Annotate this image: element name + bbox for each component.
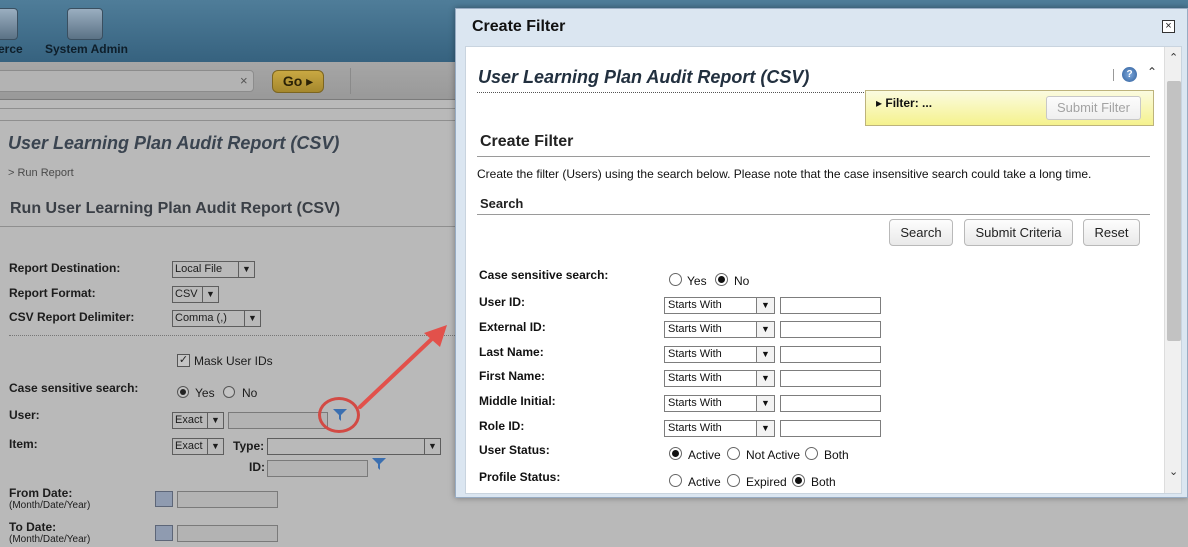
external-id-operator-select[interactable]: Starts With ▼ (664, 321, 775, 338)
case-no-label: No (734, 274, 750, 288)
profile-status-label: Profile Status: (479, 470, 561, 484)
user-status-active-label: Active (688, 448, 721, 462)
user-status-both-radio[interactable] (805, 447, 818, 460)
role-id-input[interactable] (780, 420, 881, 437)
dialog-report-title: User Learning Plan Audit Report (CSV) (478, 67, 810, 87)
middle-initial-label: Middle Initial: (479, 394, 556, 408)
user-id-label: User ID: (479, 295, 526, 309)
user-status-both-label: Both (824, 448, 849, 462)
profile-status-active-radio[interactable] (669, 474, 682, 487)
help-icon[interactable]: ? (1122, 67, 1137, 82)
external-id-label: External ID: (479, 320, 546, 334)
divider (477, 214, 1150, 215)
operator-value: Starts With (668, 372, 722, 384)
chevron-down-icon: ▼ (756, 371, 774, 386)
reset-button[interactable]: Reset (1083, 219, 1140, 246)
user-status-not-active-label: Not Active (746, 448, 801, 462)
first-name-operator-select[interactable]: Starts With ▼ (664, 370, 775, 387)
submit-criteria-button[interactable]: Submit Criteria (964, 219, 1073, 246)
operator-value: Starts With (668, 299, 722, 311)
filter-toggle[interactable]: ▸ Filter: ... (876, 96, 932, 110)
user-id-input[interactable] (780, 297, 881, 314)
dialog-body: User Learning Plan Audit Report (CSV) ? … (465, 46, 1182, 494)
last-name-operator-select[interactable]: Starts With ▼ (664, 346, 775, 363)
dialog-scrollbar[interactable]: ⌃ ⌄ (1164, 47, 1181, 493)
dialog-description: Create the filter (Users) using the sear… (477, 167, 1092, 181)
operator-value: Starts With (668, 348, 722, 360)
last-name-input[interactable] (780, 346, 881, 363)
last-name-label: Last Name: (479, 345, 544, 359)
chevron-down-icon: ▼ (756, 421, 774, 436)
operator-value: Starts With (668, 397, 722, 409)
operator-value: Starts With (668, 323, 722, 335)
user-status-active-radio[interactable] (669, 447, 682, 460)
case-sensitive-label: Case sensitive search: (479, 268, 609, 282)
scroll-up-icon[interactable]: ⌃ (1169, 51, 1178, 64)
user-status-not-active-radio[interactable] (727, 447, 740, 460)
collapse-up-icon[interactable]: ⌃ (1147, 65, 1157, 79)
profile-status-expired-label: Expired (746, 475, 787, 489)
chevron-down-icon: ▼ (756, 298, 774, 313)
case-no-radio[interactable] (715, 273, 728, 286)
case-yes-label: Yes (687, 274, 707, 288)
role-id-operator-select[interactable]: Starts With ▼ (664, 420, 775, 437)
chevron-down-icon: ▼ (756, 396, 774, 411)
scroll-down-icon[interactable]: ⌄ (1169, 465, 1178, 478)
chevron-down-icon: ▼ (756, 347, 774, 362)
middle-initial-operator-select[interactable]: Starts With ▼ (664, 395, 775, 412)
role-id-label: Role ID: (479, 419, 525, 433)
search-button[interactable]: Search (889, 219, 953, 246)
first-name-label: First Name: (479, 369, 546, 383)
divider (477, 156, 1150, 157)
middle-initial-input[interactable] (780, 395, 881, 412)
case-yes-radio[interactable] (669, 273, 682, 286)
close-icon[interactable]: × (1162, 20, 1175, 33)
filter-summary-box: ▸ Filter: ... Submit Filter (865, 90, 1154, 126)
dialog-title: Create Filter (472, 18, 566, 35)
section-title-search: Search (480, 196, 524, 211)
user-status-label: User Status: (479, 443, 550, 457)
operator-value: Starts With (668, 422, 722, 434)
profile-status-both-label: Both (811, 475, 836, 489)
first-name-input[interactable] (780, 370, 881, 387)
create-filter-dialog: Create Filter × User Learning Plan Audit… (455, 8, 1188, 498)
profile-status-active-label: Active (688, 475, 721, 489)
section-title-create-filter: Create Filter (480, 133, 574, 150)
profile-status-both-radio[interactable] (792, 474, 805, 487)
external-id-input[interactable] (780, 321, 881, 338)
divider (1113, 69, 1114, 81)
chevron-down-icon: ▼ (756, 322, 774, 337)
user-id-operator-select[interactable]: Starts With ▼ (664, 297, 775, 314)
scroll-thumb[interactable] (1167, 81, 1181, 341)
submit-filter-button[interactable]: Submit Filter (1046, 96, 1141, 120)
profile-status-expired-radio[interactable] (727, 474, 740, 487)
